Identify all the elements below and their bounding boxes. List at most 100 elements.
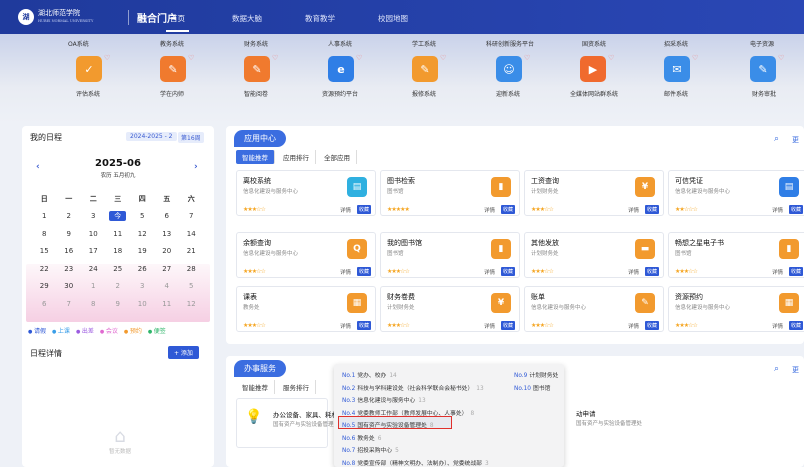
app-label[interactable]: 学在内师 <box>160 89 184 98</box>
app-label[interactable]: 邮件系统 <box>664 89 688 98</box>
nav-data-brain[interactable]: 数据大脑 <box>232 13 262 24</box>
detail-link[interactable]: 详情 <box>628 322 639 330</box>
calendar-day[interactable]: 8 <box>32 230 57 238</box>
app-card[interactable]: 课表 教务处 ▦ ★★★☆☆ 详情 收藏 <box>236 286 376 332</box>
term-badge[interactable]: 2024-2025 - 2 <box>126 132 177 141</box>
calendar-day[interactable]: 10 <box>130 300 155 308</box>
favorite-button[interactable]: 收藏 <box>500 321 515 330</box>
favorite-button[interactable]: 收藏 <box>788 205 803 214</box>
favorite-button[interactable]: 收藏 <box>500 205 515 214</box>
app-card[interactable]: 图书检索 图书馆 ▮ ★★★★★ 详情 收藏 <box>380 170 520 216</box>
calendar-day[interactable]: 19 <box>130 247 155 255</box>
service-more-link[interactable]: 更 <box>792 365 799 375</box>
calendar-day[interactable]: 3 <box>130 282 155 290</box>
calendar-day[interactable]: 2 <box>57 212 82 220</box>
detail-link[interactable]: 详情 <box>772 268 783 276</box>
tab-smart-recommend[interactable]: 智能推荐 <box>236 150 275 164</box>
department-rank-item[interactable]: No.4 党委教师工作部（教师发展中心、人事处） 8 <box>342 408 474 417</box>
calendar-day[interactable]: 1 <box>81 282 106 290</box>
calendar-day[interactable]: 6 <box>155 212 180 220</box>
service-card[interactable]: 💡 办公设备、家具、耗材 国有资产与实验设备管理处 <box>236 398 339 448</box>
calendar-day[interactable]: 3 <box>81 212 106 220</box>
system-link[interactable]: 科研创新服务平台 <box>486 39 534 48</box>
calendar-day[interactable]: 23 <box>57 265 82 273</box>
app-label[interactable]: 评估系统 <box>76 89 100 98</box>
calendar-day[interactable]: 7 <box>57 300 82 308</box>
app-icon[interactable]: e <box>328 56 354 82</box>
calendar-day[interactable]: 30 <box>57 282 82 290</box>
favorite-button[interactable]: 收藏 <box>644 205 659 214</box>
app-icon[interactable]: ✎ <box>750 56 776 82</box>
favorite-button[interactable]: 收藏 <box>356 267 371 276</box>
calendar-day[interactable]: 5 <box>179 282 204 290</box>
detail-link[interactable]: 详情 <box>772 206 783 214</box>
favorite-button[interactable]: 收藏 <box>788 267 803 276</box>
favorite-button[interactable]: 收藏 <box>644 321 659 330</box>
app-card[interactable]: 离校系统 信息化建设与服务中心 ▤ ★★★☆☆ 详情 收藏 <box>236 170 376 216</box>
calendar-day[interactable]: 16 <box>57 247 82 255</box>
system-link[interactable]: 电子资源 <box>750 39 774 48</box>
tab-all-apps[interactable]: 全部应用 <box>318 150 357 164</box>
detail-link[interactable]: 详情 <box>340 322 351 330</box>
favorite-button[interactable]: 收藏 <box>644 267 659 276</box>
calendar-day[interactable]: 27 <box>155 265 180 273</box>
nav-education[interactable]: 教育教学 <box>305 13 335 24</box>
app-icon[interactable]: ✎ <box>160 56 186 82</box>
app-icon[interactable]: ✎ <box>244 56 270 82</box>
app-label[interactable]: 资源预约平台 <box>322 89 358 98</box>
calendar-day[interactable]: 11 <box>106 230 131 238</box>
calendar-day[interactable]: 13 <box>155 230 180 238</box>
calendar-day[interactable]: 21 <box>179 247 204 255</box>
calendar-day[interactable]: 6 <box>32 300 57 308</box>
tab-service-recommend[interactable]: 智能推荐 <box>236 380 275 394</box>
detail-link[interactable]: 详情 <box>484 322 495 330</box>
calendar-day[interactable]: 12 <box>130 230 155 238</box>
service-card[interactable]: 动申请 国有资产与实验设备管理处 <box>566 398 662 448</box>
calendar-day[interactable]: 8 <box>81 300 106 308</box>
calendar-day[interactable]: 25 <box>106 265 131 273</box>
calendar-day[interactable]: 2 <box>106 282 131 290</box>
favorite-button[interactable]: 收藏 <box>356 205 371 214</box>
calendar-day[interactable]: 4 <box>155 282 180 290</box>
app-label[interactable]: 财务审批 <box>752 89 776 98</box>
app-card[interactable]: 余额查询 信息化建设与服务中心 Q ★★★☆☆ 详情 收藏 <box>236 232 376 278</box>
calendar-day[interactable]: 今 <box>106 211 131 222</box>
calendar-day[interactable]: 12 <box>179 300 204 308</box>
favorite-heart-icon[interactable]: ♡ <box>778 54 784 62</box>
app-card[interactable]: 我的图书馆 图书馆 ▮ ★★★☆☆ 详情 收藏 <box>380 232 520 278</box>
calendar-day[interactable]: 14 <box>179 230 204 238</box>
app-card[interactable]: 其他发放 计划财务处 ▬ ★★★☆☆ 详情 收藏 <box>524 232 664 278</box>
app-icon[interactable]: ✉ <box>664 56 690 82</box>
app-label[interactable]: 报修系统 <box>412 89 436 98</box>
calendar-day[interactable]: 17 <box>81 247 106 255</box>
calendar-day[interactable]: 15 <box>32 247 57 255</box>
app-label[interactable]: 智能阅卷 <box>244 89 268 98</box>
calendar-day[interactable]: 5 <box>130 212 155 220</box>
department-rank-item[interactable]: No.10 图书馆 <box>514 383 550 392</box>
add-schedule-button[interactable]: + 添加 <box>168 346 199 359</box>
app-card[interactable]: 资源预约 信息化建设与服务中心 ▦ ★★★☆☆ 详情 收藏 <box>668 286 804 332</box>
calendar-day[interactable]: 22 <box>32 265 57 273</box>
app-card[interactable]: 可信凭证 信息化建设与服务中心 ▤ ★★☆☆☆ 详情 收藏 <box>668 170 804 216</box>
system-link[interactable]: 国资系统 <box>582 39 606 48</box>
system-link[interactable]: 教务系统 <box>160 39 184 48</box>
system-link[interactable]: OA系统 <box>68 39 89 48</box>
favorite-heart-icon[interactable]: ♡ <box>524 54 530 62</box>
calendar-day[interactable]: 28 <box>179 265 204 273</box>
calendar-day[interactable]: 9 <box>57 230 82 238</box>
calendar-day[interactable]: 7 <box>179 212 204 220</box>
favorite-button[interactable]: 收藏 <box>788 321 803 330</box>
favorite-heart-icon[interactable]: ♡ <box>188 54 194 62</box>
calendar-day[interactable]: 20 <box>155 247 180 255</box>
calendar-day[interactable]: 9 <box>106 300 131 308</box>
app-icon[interactable]: ✓ <box>76 56 102 82</box>
department-rank-item[interactable]: No.9 计划财务处 <box>514 370 558 379</box>
system-link[interactable]: 招采系统 <box>664 39 688 48</box>
system-link[interactable]: 人事系统 <box>328 39 352 48</box>
detail-link[interactable]: 详情 <box>340 268 351 276</box>
app-card[interactable]: 财务卷费 计划财务处 ¥ ★★★☆☆ 详情 收藏 <box>380 286 520 332</box>
department-rank-item[interactable]: No.1 党办、校办 14 <box>342 370 397 379</box>
app-icon[interactable]: ▶ <box>580 56 606 82</box>
nav-home[interactable]: 首页 <box>166 13 189 32</box>
detail-link[interactable]: 详情 <box>484 268 495 276</box>
